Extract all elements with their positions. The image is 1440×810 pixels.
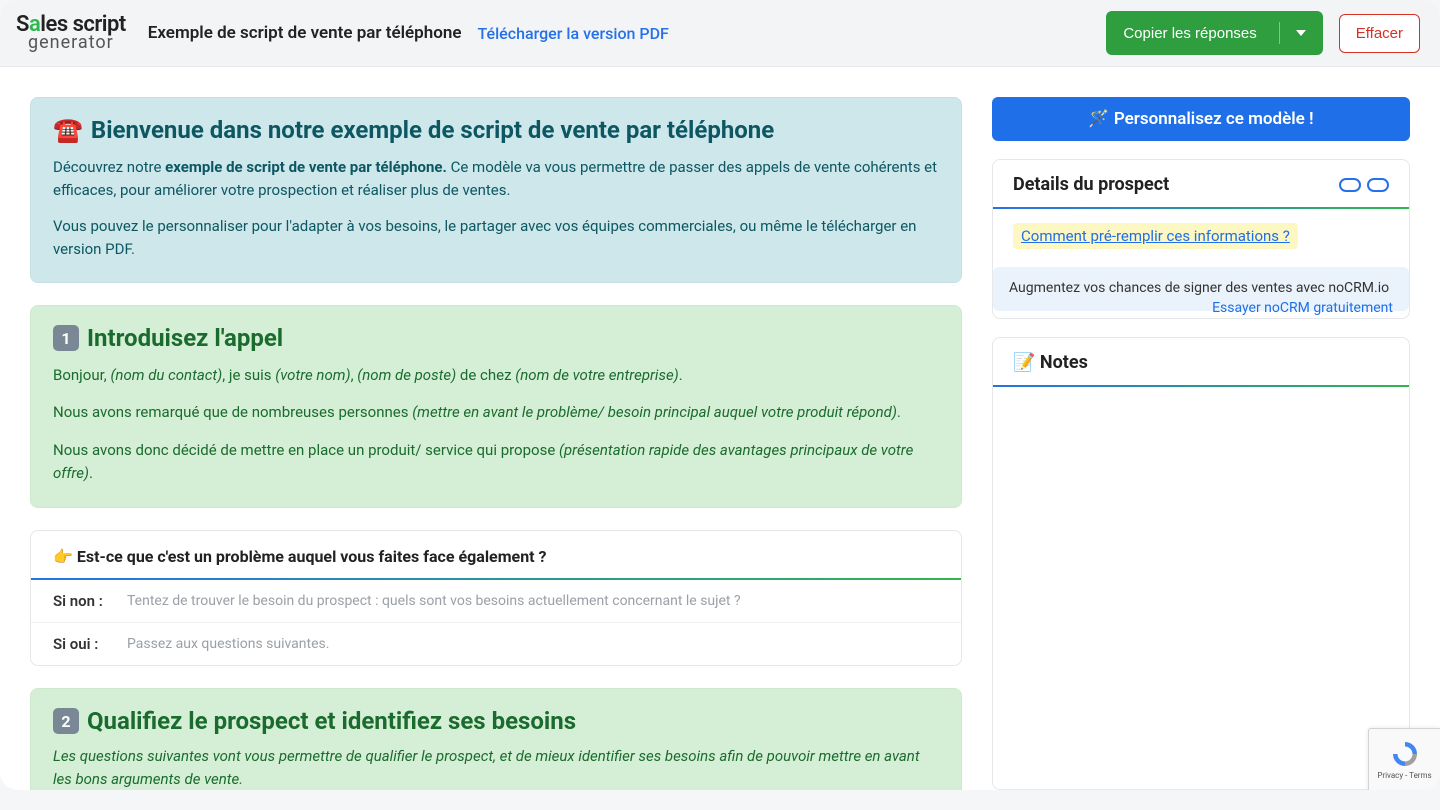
topbar: Sales script generator Exemple de script… (0, 0, 1440, 67)
intro-panel: 1 Introduisez l'appel Bonjour, (nom du co… (30, 305, 962, 508)
pointing-icon: 👉 (53, 547, 73, 566)
prefill-help-link[interactable]: Comment pré-remplir ces informations ? (1013, 223, 1298, 249)
notes-header: 📝 Notes (993, 338, 1409, 387)
promo-banner: Augmentez vos chances de signer des vent… (993, 267, 1409, 311)
recaptcha-label: Privacy - Terms (1377, 771, 1431, 780)
question-title: Est-ce que c'est un problème auquel vous… (77, 547, 547, 566)
prospect-details-card: Details du prospect Comment pré-remplir … (992, 159, 1410, 319)
intro-line2: Nous avons remarqué que de nombreuses pe… (53, 401, 939, 424)
question-panel: 👉 Est-ce que c'est un problème auquel vo… (30, 530, 962, 666)
personalize-button[interactable]: 🪄 Personnalisez ce modèle ! (992, 97, 1410, 141)
welcome-panel: ☎️ Bienvenue dans notre exemple de script… (30, 97, 962, 283)
question-label-yes: Si oui : (53, 635, 113, 653)
intro-title: 1 Introduisez l'appel (53, 324, 939, 352)
question-row-yes: Si oui : (31, 622, 961, 665)
side-column: 🪄 Personnalisez ce modèle ! Details du p… (992, 97, 1410, 790)
main-column: ☎️ Bienvenue dans notre exemple de script… (30, 97, 962, 790)
answer-input-no[interactable] (127, 593, 939, 609)
logo-subtitle: generator (16, 34, 126, 52)
recaptcha-badge[interactable]: Privacy - Terms (1368, 728, 1440, 790)
intro-line1: Bonjour, (nom du contact), je suis (votr… (53, 364, 939, 387)
question-label-no: Si non : (53, 592, 113, 610)
clear-button[interactable]: Effacer (1339, 14, 1420, 53)
toggle-2[interactable] (1367, 178, 1389, 192)
question-row-no: Si non : (31, 580, 961, 622)
qualify-panel: 2 Qualifiez le prospect et identifiez ses… (30, 688, 962, 790)
qualify-desc: Les questions suivantes vont vous permet… (53, 745, 939, 790)
welcome-p2: Vous pouvez le personnaliser pour l'adap… (53, 215, 939, 260)
chevron-down-icon[interactable] (1296, 30, 1306, 36)
logo[interactable]: Sales script generator (10, 10, 132, 56)
welcome-p1: Découvrez notre exemple de script de ven… (53, 156, 939, 201)
download-pdf-link[interactable]: Télécharger la version PDF (478, 24, 669, 43)
recaptcha-icon (1390, 739, 1420, 769)
view-toggles (1339, 178, 1389, 192)
step-badge-2: 2 (53, 708, 79, 734)
page-title: Exemple de script de vente par téléphone (148, 23, 462, 43)
intro-line3: Nous avons donc décidé de mettre en plac… (53, 439, 939, 486)
wand-icon: 🪄 (1088, 109, 1109, 129)
qualify-title: 2 Qualifiez le prospect et identifiez ses… (53, 707, 939, 735)
step-badge-1: 1 (53, 325, 79, 351)
toggle-1[interactable] (1339, 178, 1361, 192)
prospect-details-title: Details du prospect (1013, 174, 1169, 195)
promo-text: Augmentez vos chances de signer des vent… (1009, 280, 1389, 296)
qualify-title-text: Qualifiez le prospect et identifiez ses … (87, 707, 576, 735)
notes-title: Notes (1040, 352, 1088, 373)
notes-body[interactable] (993, 387, 1409, 789)
question-header: 👉 Est-ce que c'est un problème auquel vo… (31, 531, 961, 580)
welcome-title: ☎️ Bienvenue dans notre exemple de script… (53, 116, 939, 144)
intro-title-text: Introduisez l'appel (87, 324, 283, 352)
welcome-title-text: Bienvenue dans notre exemple de script d… (91, 116, 774, 144)
notes-icon: 📝 (1013, 352, 1035, 373)
answer-input-yes[interactable] (127, 636, 939, 652)
notes-card: 📝 Notes (992, 337, 1410, 790)
copy-responses-label: Copier les réponses (1123, 25, 1256, 42)
button-separator (1279, 22, 1280, 44)
promo-link[interactable]: Essayer noCRM gratuitement (1212, 299, 1393, 319)
phone-icon: ☎️ (53, 116, 83, 144)
personalize-label: Personnalisez ce modèle ! (1114, 109, 1314, 129)
copy-responses-button[interactable]: Copier les réponses (1106, 11, 1322, 55)
